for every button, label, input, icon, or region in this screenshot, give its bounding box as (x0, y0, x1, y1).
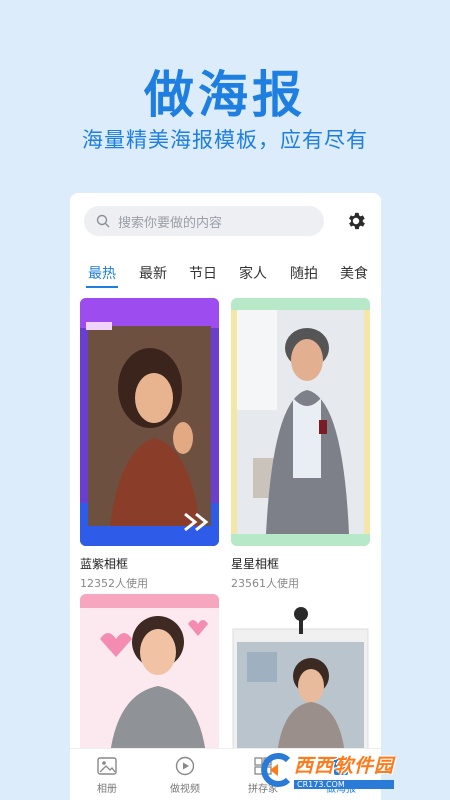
watermark-url: CR173.COM (294, 780, 395, 789)
hero-title: 做海报 (144, 66, 306, 124)
watermark-text: 西西软件园 (294, 755, 395, 777)
template-thumbnail[interactable] (231, 298, 370, 546)
template-usage-count: 12352人使用 (80, 577, 148, 590)
template-title: 蓝紫相框 (80, 557, 129, 571)
template-card[interactable] (231, 594, 370, 763)
template-thumbnail[interactable] (80, 298, 219, 546)
hero-subtitle: 海量精美海报模板，应有尽有 (82, 128, 368, 152)
search-placeholder: 搜索你要做的内容 (118, 215, 223, 231)
search-icon (96, 214, 110, 228)
image-icon (97, 757, 117, 775)
template-title: 星星相框 (231, 557, 280, 571)
watermark-logo-icon (261, 753, 291, 787)
template-usage-count: 23561人使用 (231, 577, 299, 590)
gear-icon[interactable] (345, 210, 367, 232)
template-card[interactable]: 蓝紫相框 12352人使用 (80, 298, 219, 591)
template-thumbnail[interactable] (231, 594, 370, 754)
tab-hot[interactable]: 最热 (88, 263, 116, 283)
nav-make-video[interactable]: 做视频 (150, 755, 220, 795)
nav-label: 相册 (97, 784, 117, 795)
play-icon (175, 756, 195, 776)
template-card[interactable] (80, 594, 219, 763)
site-watermark: 西西软件园 CR173.COM (258, 750, 434, 790)
tab-family[interactable]: 家人 (239, 263, 267, 283)
nav-album[interactable]: 相册 (72, 755, 142, 795)
active-tab-indicator (86, 286, 118, 288)
tab-latest[interactable]: 最新 (139, 263, 167, 283)
tab-food[interactable]: 美食 (340, 263, 368, 283)
template-thumbnail[interactable] (80, 594, 219, 754)
tab-snapshot[interactable]: 随拍 (290, 263, 318, 283)
nav-label: 做视频 (170, 784, 200, 795)
tab-festival[interactable]: 节日 (189, 263, 217, 283)
category-tabs: 最热 最新 节日 家人 随拍 美食 (70, 263, 381, 289)
app-screen: 搜索你要做的内容 最热 最新 节日 家人 随拍 美食 蓝紫相框 12352人使用… (70, 193, 381, 800)
search-bar[interactable]: 搜索你要做的内容 (84, 206, 324, 236)
template-card[interactable]: 星星相框 23561人使用 (231, 298, 370, 591)
